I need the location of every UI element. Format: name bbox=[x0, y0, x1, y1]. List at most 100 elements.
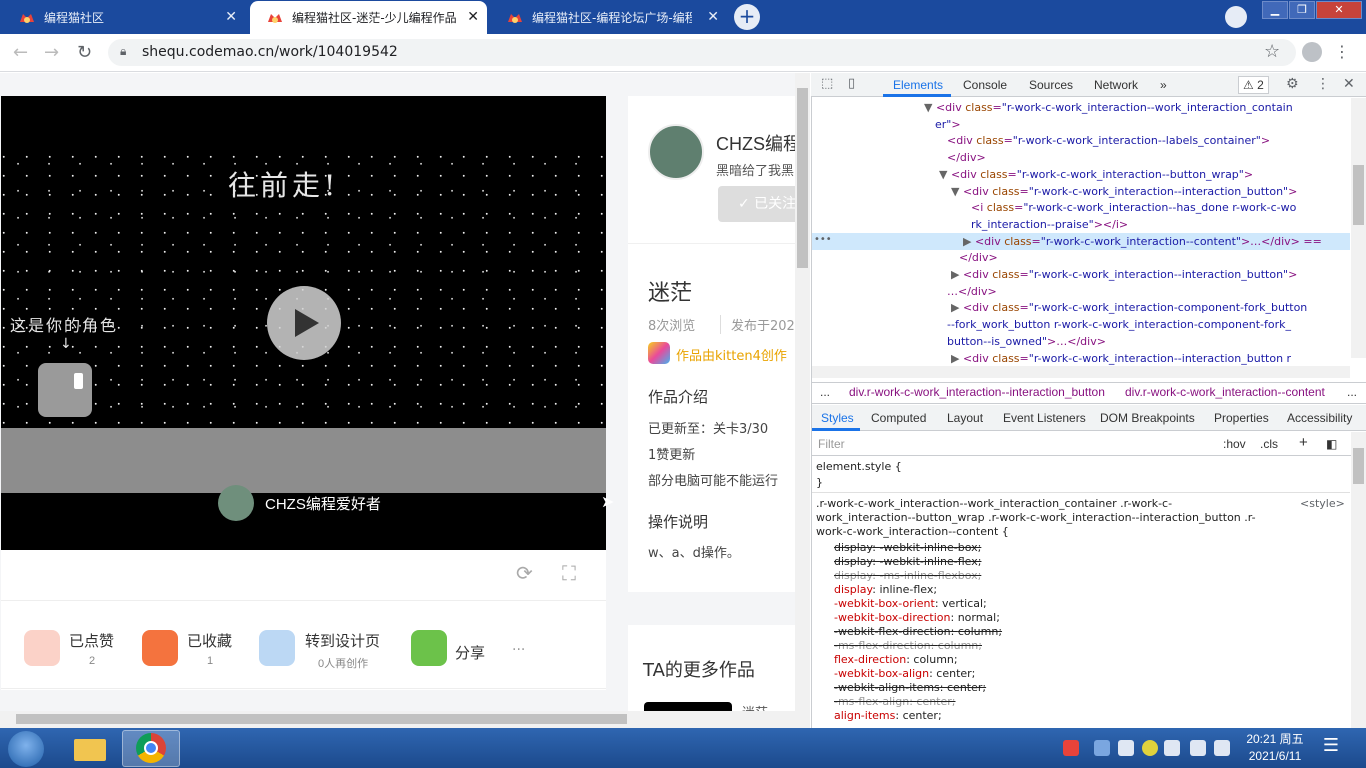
inspect-icon[interactable]: ⬚ bbox=[821, 76, 833, 91]
author-avatar[interactable] bbox=[218, 485, 254, 521]
page-scrollbar-thumb[interactable] bbox=[797, 88, 808, 268]
css-property[interactable]: -ms-flex-direction: column; bbox=[834, 639, 982, 652]
css-property[interactable]: -webkit-box-orient: vertical; bbox=[834, 597, 987, 610]
praise-icon[interactable] bbox=[24, 630, 60, 666]
tab-dom-breakpoints[interactable]: DOM Breakpoints bbox=[1100, 411, 1195, 425]
dom-node-line[interactable]: ▶ <div class="r-work-c-work_interaction-… bbox=[951, 351, 1291, 367]
breadcrumb-more[interactable]: ... bbox=[820, 385, 830, 399]
play-icon[interactable] bbox=[295, 309, 319, 337]
dom-node-line[interactable]: er"> bbox=[935, 117, 961, 134]
rule-selector[interactable]: work_interaction--button_wrap .r-work-c-… bbox=[816, 511, 1256, 524]
css-property[interactable]: align-items: center; bbox=[834, 709, 942, 722]
fullscreen-icon[interactable]: ⛶ bbox=[562, 561, 576, 585]
bookmark-star-icon[interactable]: ☆ bbox=[1264, 41, 1280, 62]
menu-icon[interactable]: ⋮ bbox=[1334, 42, 1350, 61]
share-button[interactable]: 分享 bbox=[455, 642, 485, 663]
reload-icon[interactable]: ↻ bbox=[77, 42, 92, 63]
dom-scrollbar-thumb[interactable] bbox=[1353, 165, 1364, 225]
close-icon[interactable]: ✕ bbox=[225, 8, 237, 26]
dom-node-line[interactable]: ▼ <div class="r-work-c-work_interaction-… bbox=[939, 167, 1253, 184]
dom-node-line[interactable]: ▼ <div class="r-work-c-work_interaction-… bbox=[951, 184, 1297, 201]
dom-hscrollbar[interactable] bbox=[812, 366, 1350, 378]
dom-node-line[interactable]: ▶ <div class="r-work-c-work_interaction-… bbox=[951, 267, 1297, 284]
dom-node-line[interactable]: --fork_work_button r-work-c-work_interac… bbox=[947, 317, 1291, 334]
collect-icon[interactable] bbox=[142, 630, 178, 666]
rule-selector[interactable]: .r-work-c-work_interaction--work_interac… bbox=[816, 497, 1172, 510]
hov-button[interactable]: :hov bbox=[1223, 437, 1246, 451]
dom-node-line[interactable]: rk_interaction--praise"></i> bbox=[971, 217, 1128, 234]
tab-layout[interactable]: Layout bbox=[947, 411, 983, 425]
css-property[interactable]: -webkit-flex-direction: column; bbox=[834, 625, 1002, 638]
action-center-icon[interactable] bbox=[1190, 740, 1206, 756]
tab-sources[interactable]: Sources bbox=[1029, 78, 1073, 92]
css-property[interactable]: -webkit-align-items: center; bbox=[834, 681, 986, 694]
dom-node-line[interactable]: ▶ <div class="r-work-c-work_interaction-… bbox=[951, 300, 1307, 317]
restart-icon[interactable]: ⟳ bbox=[516, 561, 533, 585]
share-icon[interactable] bbox=[411, 630, 447, 666]
chrome-icon[interactable] bbox=[136, 733, 166, 763]
dom-node-line[interactable]: …</div> bbox=[947, 284, 997, 301]
tab-styles[interactable]: Styles bbox=[821, 411, 854, 425]
maximize-button[interactable]: ❐ bbox=[1289, 1, 1315, 19]
ime-icon[interactable] bbox=[1063, 740, 1079, 756]
window-close-button[interactable]: ✕ bbox=[1316, 1, 1362, 19]
speaker-icon[interactable] bbox=[1214, 740, 1230, 756]
styles-scrollbar-thumb[interactable] bbox=[1353, 448, 1364, 484]
lock-icon[interactable]: 🔒︎ bbox=[120, 44, 126, 59]
cls-button[interactable]: .cls bbox=[1260, 437, 1278, 451]
explorer-icon[interactable] bbox=[70, 731, 110, 765]
css-property[interactable]: -ms-flex-align: center; bbox=[834, 695, 956, 708]
praise-button[interactable]: 已点赞 bbox=[69, 630, 114, 651]
user-avatar[interactable] bbox=[648, 124, 704, 180]
rule-selector[interactable]: work-c-work_interaction--content { bbox=[816, 525, 1009, 538]
css-property[interactable]: display: -webkit-inline-flex; bbox=[834, 555, 981, 568]
tab-network[interactable]: Network bbox=[1094, 78, 1138, 92]
filter-input[interactable]: Filter bbox=[818, 437, 845, 451]
design-icon[interactable] bbox=[259, 630, 295, 666]
css-property[interactable]: display: -ms-inline-flexbox; bbox=[834, 569, 981, 582]
url-text[interactable]: shequ.codemao.cn/work/104019542 bbox=[142, 44, 398, 60]
tab-home[interactable]: 编程猫社区 ✕ bbox=[2, 1, 245, 34]
collect-button[interactable]: 已收藏 bbox=[187, 630, 232, 651]
start-button[interactable] bbox=[8, 731, 44, 767]
made-with-link[interactable]: 作品由kitten4创作 bbox=[676, 345, 787, 364]
tab-elements[interactable]: Elements bbox=[893, 78, 943, 92]
dom-node-line[interactable]: </div> bbox=[959, 250, 998, 267]
more-icon[interactable]: ··· bbox=[512, 642, 525, 658]
close-icon[interactable]: ✕ bbox=[467, 8, 479, 26]
tab-computed[interactable]: Computed bbox=[871, 411, 926, 425]
gear-icon[interactable]: ⚙ bbox=[1286, 76, 1299, 92]
element-style-rule[interactable]: element.style { bbox=[816, 460, 902, 473]
horizontal-scrollbar-thumb[interactable] bbox=[16, 714, 627, 724]
css-property[interactable]: display: inline-flex; bbox=[834, 583, 937, 596]
tab-event-listeners[interactable]: Event Listeners bbox=[1003, 411, 1086, 425]
device-toolbar-icon[interactable]: ▯ bbox=[848, 76, 855, 91]
new-tab-button[interactable]: + bbox=[734, 4, 760, 30]
breadcrumb-item[interactable]: div.r-work-c-work_interaction--content bbox=[1125, 385, 1325, 399]
toggle-sidebar-icon[interactable]: ◧ bbox=[1326, 437, 1337, 451]
tray-icon[interactable] bbox=[1118, 740, 1134, 756]
new-rule-icon[interactable]: + bbox=[1299, 434, 1308, 451]
tab-search-icon[interactable] bbox=[1225, 6, 1247, 28]
dom-node-line[interactable]: button--is_owned">…</div> bbox=[947, 334, 1106, 351]
warning-badge[interactable]: ⚠ 2 bbox=[1238, 76, 1269, 94]
dom-tree[interactable]: ▼ <div class="r-work-c-work_interaction-… bbox=[812, 98, 1350, 366]
tab-console[interactable]: Console bbox=[963, 78, 1007, 92]
css-property[interactable]: -webkit-box-align: center; bbox=[834, 667, 975, 680]
dom-node-line[interactable]: <i class="r-work-c-work_interaction--has… bbox=[971, 200, 1296, 217]
tab-accessibility[interactable]: Accessibility bbox=[1287, 411, 1352, 425]
dom-node-line[interactable]: ▼ <div class="r-work-c-work_interaction-… bbox=[924, 100, 1293, 117]
rule-source-link[interactable]: <style> bbox=[1300, 497, 1345, 510]
tray-icon[interactable] bbox=[1142, 740, 1158, 756]
tab-work[interactable]: 编程猫社区-迷茫-少儿编程作品 ✕ bbox=[250, 1, 487, 34]
user-name[interactable]: CHZS编程 bbox=[716, 130, 801, 156]
network-tray-icon[interactable] bbox=[1094, 740, 1110, 756]
dom-scrollbar[interactable] bbox=[1351, 98, 1366, 358]
more-tabs-icon[interactable]: » bbox=[1160, 78, 1167, 92]
css-property[interactable]: -webkit-box-direction: normal; bbox=[834, 611, 1000, 624]
tab-forum[interactable]: 编程猫社区-编程论坛广场-编程学 ✕ bbox=[490, 1, 727, 34]
close-icon[interactable]: ✕ bbox=[707, 8, 719, 26]
breadcrumb-item[interactable]: div.r-work-c-work_interaction--interacti… bbox=[849, 385, 1105, 399]
breadcrumb-more[interactable]: ... bbox=[1347, 385, 1357, 399]
minimize-button[interactable]: ▁ bbox=[1262, 1, 1288, 19]
